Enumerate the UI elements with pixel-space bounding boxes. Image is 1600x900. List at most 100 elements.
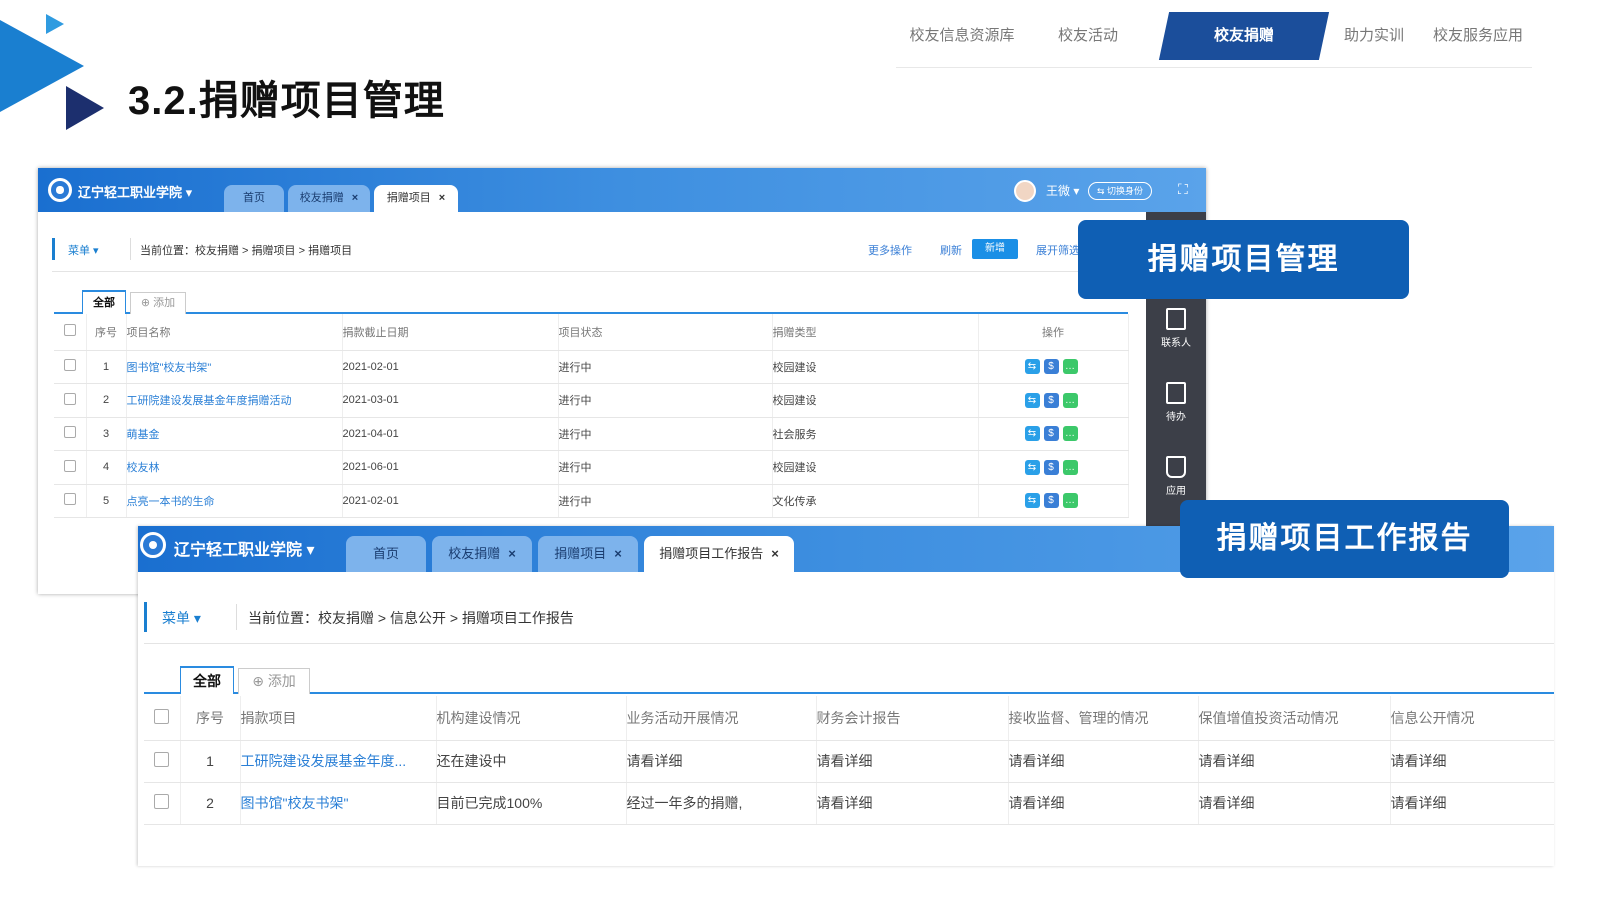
share-icon[interactable]: ⇆ (1024, 359, 1040, 375)
share-icon[interactable]: ⇆ (1024, 392, 1040, 408)
breadcrumb: 当前位置：校友捐赠 > 捐赠项目 > 捐赠项目 (140, 245, 353, 257)
row-checkbox[interactable] (63, 426, 76, 439)
close-icon[interactable]: × (771, 546, 779, 561)
tab-home[interactable]: 首页 (346, 536, 426, 572)
avatar[interactable] (1014, 180, 1036, 202)
row-checkbox[interactable] (63, 359, 76, 372)
nav-item-resource-library[interactable]: 校友信息资源库 (896, 12, 1028, 60)
accent-bar (52, 238, 55, 260)
table-row[interactable]: 3 萌基金 2021-04-01 进行中 社会服务 ⇆ $… (54, 417, 1129, 451)
nav-item-services[interactable]: 校友服务应用 (1424, 12, 1532, 60)
row-select-cell[interactable] (144, 782, 181, 825)
more-icon[interactable]: … (1062, 493, 1078, 509)
row-select-cell[interactable] (54, 484, 87, 518)
table-row[interactable]: 5 点亮一本书的生命 2021-02-01 进行中 文化传承 ⇆ $… (54, 484, 1129, 518)
more-icon[interactable]: … (1062, 392, 1078, 408)
more-icon[interactable]: … (1062, 459, 1078, 475)
row-select-cell[interactable] (54, 450, 87, 485)
row-checkbox[interactable] (154, 752, 170, 767)
close-icon[interactable]: × (352, 192, 358, 204)
money-icon[interactable]: $ (1043, 392, 1059, 408)
side-item-todo[interactable]: 待办 (1146, 382, 1206, 423)
supervision-status: 请看详细 (1008, 740, 1199, 783)
tab-donation[interactable]: 校友捐赠 × (432, 536, 532, 572)
breadcrumb: 当前位置：校友捐赠 > 信息公开 > 捐赠项目工作报告 (248, 610, 574, 626)
row-checkbox[interactable] (63, 392, 76, 405)
share-icon[interactable]: ⇆ (1024, 493, 1040, 509)
select-all-cell[interactable] (54, 314, 87, 351)
row-select-cell[interactable] (54, 350, 87, 384)
project-link[interactable]: 图书馆"校友书架" (240, 782, 437, 825)
project-reports-table: 序号 捐款项目 机构建设情况 业务活动开展情况 财务会计报告 接收监督、管理的情… (144, 696, 1554, 825)
org-status: 还在建设中 (436, 740, 627, 783)
more-icon[interactable]: … (1062, 426, 1078, 442)
todo-icon (1166, 382, 1186, 404)
money-icon[interactable]: $ (1043, 426, 1059, 442)
row-number: 4 (86, 450, 127, 485)
subtab-all[interactable]: 全部 (82, 290, 126, 314)
close-icon[interactable]: × (508, 546, 516, 561)
project-status: 进行中 (558, 484, 773, 518)
row-select-cell[interactable] (54, 417, 87, 451)
new-button[interactable]: 新增 (972, 239, 1018, 259)
menu-dropdown[interactable]: 菜单 ▾ (68, 242, 99, 258)
row-checkbox[interactable] (154, 794, 170, 809)
project-name-link[interactable]: 图书馆"校友书架" (126, 350, 343, 384)
project-link[interactable]: 工研院建设发展基金年度... (240, 740, 437, 783)
side-item-contacts[interactable]: 联系人 (1146, 308, 1206, 349)
deadline-date: 2021-02-01 (342, 484, 559, 518)
tab-project-reports[interactable]: 捐赠项目工作报告 × (644, 536, 794, 572)
column-header: 捐款截止日期 (342, 314, 559, 351)
switch-identity-button[interactable]: ⇆ 切换身份 (1088, 182, 1153, 200)
menu-dropdown[interactable]: 菜单 ▾ (162, 608, 201, 628)
tab-donation-projects[interactable]: 捐赠项目 × (538, 536, 638, 572)
project-name-link[interactable]: 点亮一本书的生命 (126, 484, 343, 518)
select-all-checkbox[interactable] (154, 708, 170, 724)
tab-home[interactable]: 首页 (224, 185, 284, 212)
select-all-checkbox[interactable] (63, 324, 76, 337)
table-row[interactable]: 4 校友林 2021-06-01 进行中 校园建设 ⇆ $… (54, 450, 1129, 485)
nav-item-training[interactable]: 助力实训 (1336, 12, 1412, 60)
subtab-add[interactable]: ⊕ 添加 (238, 668, 310, 694)
project-name-link[interactable]: 校友林 (126, 450, 343, 485)
divider (236, 604, 237, 630)
school-name[interactable]: 辽宁轻工职业学院 ▾ (78, 182, 192, 201)
row-number: 5 (86, 484, 127, 518)
nav-item-donation[interactable]: 校友捐赠 (1158, 12, 1330, 60)
table-row[interactable]: 2 工研院建设发展基金年度捐赠活动 2021-03-01 进行中 校园建设 ⇆ $… (54, 383, 1129, 418)
more-icon[interactable]: … (1062, 359, 1078, 375)
select-all-cell[interactable] (144, 696, 181, 741)
expand-filter-button[interactable]: 展开筛选 (1036, 242, 1080, 258)
table-row[interactable]: 2 图书馆"校友书架" 目前已完成100% 经过一年多的捐赠, 请看详细 请看详细 请看详细… (144, 782, 1554, 825)
share-icon[interactable]: ⇆ (1024, 459, 1040, 475)
school-name[interactable]: 辽宁轻工职业学院 ▾ (174, 536, 315, 560)
row-select-cell[interactable] (144, 740, 181, 783)
more-actions-button[interactable]: 更多操作 (868, 242, 912, 258)
table-row[interactable]: 1 工研院建设发展基金年度... 还在建设中 请看详细 请看详细 请看详细 请看详细 请看详细 (144, 740, 1554, 783)
refresh-button[interactable]: 刷新 (940, 242, 962, 258)
share-icon[interactable]: ⇆ (1024, 426, 1040, 442)
tab-donation-projects[interactable]: 捐赠项目 × (374, 185, 458, 212)
subtab-all[interactable]: 全部 (180, 666, 234, 694)
row-checkbox[interactable] (63, 459, 76, 472)
close-icon[interactable]: × (614, 546, 622, 561)
side-item-apps[interactable]: 应用 (1146, 456, 1206, 497)
column-header: 项目状态 (558, 314, 773, 351)
user-name[interactable]: 王微 ▾ (1046, 182, 1079, 199)
money-icon[interactable]: $ (1043, 359, 1059, 375)
project-name-link[interactable]: 工研院建设发展基金年度捐赠活动 (126, 383, 343, 418)
tab-donation[interactable]: 校友捐赠 × (288, 185, 370, 212)
row-checkbox[interactable] (63, 493, 76, 506)
project-name-link[interactable]: 萌基金 (126, 417, 343, 451)
close-icon[interactable]: × (439, 192, 445, 204)
subtab-add[interactable]: ⊕ 添加 (130, 292, 186, 314)
row-select-cell[interactable] (54, 383, 87, 418)
money-icon[interactable]: $ (1043, 459, 1059, 475)
fullscreen-icon[interactable]: ⛶ (1178, 181, 1188, 198)
donation-type: 校园建设 (772, 383, 979, 418)
money-icon[interactable]: $ (1043, 493, 1059, 509)
table-header-row: 序号 捐款项目 机构建设情况 业务活动开展情况 财务会计报告 接收监督、管理的情… (144, 696, 1554, 741)
project-status: 进行中 (558, 350, 773, 384)
table-row[interactable]: 1 图书馆"校友书架" 2021-02-01 进行中 校园建设 ⇆ $… (54, 350, 1129, 384)
nav-item-activities[interactable]: 校友活动 (1038, 12, 1138, 60)
